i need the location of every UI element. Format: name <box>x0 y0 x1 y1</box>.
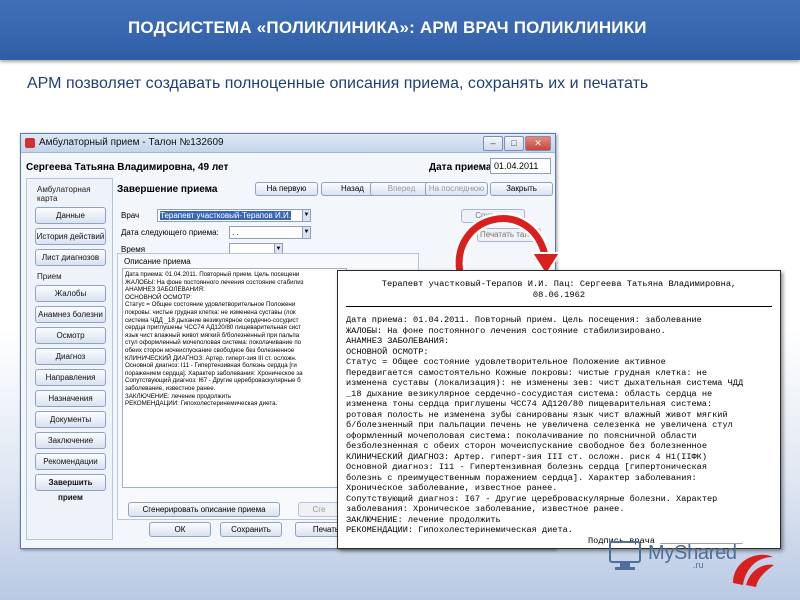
sidebar: Амбулаторная карта Данные История действ… <box>26 178 113 540</box>
desc-line: Статус = Общее состояние удовлетворитель… <box>125 301 296 309</box>
printout-line: АНАМНЕЗ ЗАБОЛЕВАНИЯ: <box>346 336 450 346</box>
printout-divider <box>346 306 772 307</box>
desc-line: КЛИНИЧЕСКИЙ ДИАГНОЗ: Артер. гиперт-зия I… <box>125 354 297 362</box>
printout-line: Сопутствующий диагноз: I67 - Другие цере… <box>346 493 718 504</box>
description-textarea[interactable]: Дата приема: 01.04.2011. Повторный прием… <box>122 268 347 488</box>
maximize-icon[interactable]: □ <box>504 136 524 151</box>
window-title: Амбулаторный прием - Талон №132609 <box>39 137 224 148</box>
printout-line: болезнь с преимущественным поражением се… <box>346 472 697 483</box>
curved-arrow-icon <box>453 212 562 279</box>
sidebar-item-diagnosis[interactable]: Диагноз <box>35 348 106 365</box>
sidebar-item-recommendations[interactable]: Рекомендации <box>35 453 106 470</box>
date-field[interactable]: 01.04.2011 <box>490 158 551 174</box>
next-date-value: . . <box>232 228 239 237</box>
printout-line: б/болезненный при пальпации печень не ув… <box>346 420 733 430</box>
sidebar-item-complaints[interactable]: Жалобы <box>35 285 106 302</box>
save-button[interactable]: Сохранить <box>220 522 282 537</box>
printout-line: Статус = Общее состояние удовлетворитель… <box>346 357 666 367</box>
window-titlebar[interactable]: Амбулаторный прием - Талон №132609 – □ ✕ <box>21 134 555 153</box>
printout-line: Хроническое заболевание, известное ранее… <box>346 483 558 493</box>
doctor-select[interactable]: Терапевт участковый-Терапов И.И. ▼ <box>157 209 311 222</box>
printout-line: ОСНОВНОЙ ОСМОТР: <box>346 346 429 357</box>
chevron-down-icon: ▼ <box>302 210 310 221</box>
printout-header-line1: Терапевт участковый-Терапов И.И. Пац: Се… <box>381 279 737 289</box>
app-icon <box>25 138 35 148</box>
sidebar-item-history[interactable]: История действий <box>35 228 106 245</box>
chevron-down-icon: ▼ <box>302 227 310 238</box>
generate-secondary-button[interactable]: Сге <box>298 502 340 517</box>
ok-button[interactable]: ОК <box>149 522 211 537</box>
sidebar-item-conclusion[interactable]: Заключение <box>35 432 106 449</box>
desc-line: ЗАКЛЮЧЕНИЕ: лечение продолжить <box>125 392 232 400</box>
printout-line: ЗАКЛЮЧЕНИЕ: лечение продолжить <box>346 514 501 525</box>
last-button[interactable]: На последнюю <box>425 182 488 196</box>
printout-line: изменена тоны сердца приглушены ЧСС74 АД… <box>346 399 713 409</box>
desc-line: обеих сторон мочеиспускание свободное бе… <box>125 346 295 354</box>
printout-line: КЛИНИЧЕСКИЙ ДИАГНОЗ: Артер. гиперт-зия I… <box>346 451 707 462</box>
desc-line: система ЧДД _18 дыхание везикулярное сер… <box>125 316 299 324</box>
close-icon[interactable]: ✕ <box>525 136 551 151</box>
printout-line: изменена суставы (локализация): не измен… <box>346 378 744 388</box>
next-date-field[interactable]: . . ▼ <box>229 226 311 239</box>
desc-line: РЕКОМЕНДАЦИИ: Гипохолестеринемическая ди… <box>125 400 278 408</box>
minimize-icon[interactable]: – <box>483 136 503 151</box>
printout-header-line2: 08.06.1962 <box>532 290 586 300</box>
sidebar-item-exam[interactable]: Осмотр <box>35 327 106 344</box>
printout-line: заболевания: Хроническое заболевание, из… <box>346 504 625 514</box>
sidebar-item-prescriptions[interactable]: Назначения <box>35 390 106 407</box>
desc-line: заболевание, известное ранее. <box>125 384 216 392</box>
desc-line: ОСНОВНОЙ ОСМОТР: <box>125 293 192 301</box>
printout-document: Терапевт участковый-Терапов И.И. Пац: Се… <box>337 270 781 549</box>
logo-icon <box>609 541 641 570</box>
generate-description-button[interactable]: Сгенерировать описание приема <box>128 502 280 517</box>
sidebar-item-anamnesis[interactable]: Анамнез болезни <box>35 306 106 323</box>
logo-suffix: .ru <box>693 560 704 570</box>
date-label: Дата приема <box>429 162 492 173</box>
printout-line: безболезненная с обеих сторон мочеиспуск… <box>346 441 707 451</box>
doctor-value: Терапевт участковый-Терапов И.И. <box>160 211 291 220</box>
desc-line: поражением сердца]. Характер заболевания… <box>125 369 303 377</box>
printout-line: ЖАЛОБЫ: На фоне постоянного лечения сост… <box>346 325 666 336</box>
printout-line: оформленный мочеполовая система: поколач… <box>346 430 697 441</box>
desc-line: Основной диагноз: I11 - Гипертензивная б… <box>125 362 297 370</box>
printout-line: ротовая полость не изменена зубы саниров… <box>346 409 728 420</box>
sidebar-item-diagnoses[interactable]: Лист диагнозов <box>35 249 106 266</box>
desc-line: АНАМНЕЗ ЗАБОЛЕВАНИЯ: <box>125 286 205 294</box>
sidebar-group-card: Амбулаторная карта <box>37 185 91 203</box>
sidebar-item-documents[interactable]: Документы <box>35 411 106 428</box>
section-title: Завершение приема <box>117 184 218 195</box>
sidebar-item-data[interactable]: Данные <box>35 207 106 224</box>
printout-body: Дата приема: 01.04.2011. Повторный прием… <box>338 315 780 536</box>
slide-header: ПОДСИСТЕМА «ПОЛИКЛИНИКА»: АРМ ВРАЧ ПОЛИК… <box>0 0 800 60</box>
patient-name: Сергеева Татьяна Владимировна, 49 лет <box>26 162 229 173</box>
desc-line: покровы: чистые грудная клетка: не измен… <box>125 308 296 316</box>
desc-line: ЖАЛОБЫ: На фоне постоянного лечения сост… <box>125 278 304 286</box>
close-button[interactable]: Закрыть <box>490 182 553 196</box>
desc-line: язык чист влажный живот мягкий б/болезне… <box>125 331 300 339</box>
corner-emblem <box>733 554 774 587</box>
printout-line: _18 дыхание везикулярное сердечно-сосуди… <box>346 388 713 399</box>
first-button[interactable]: На первую <box>255 182 318 196</box>
sidebar-item-referrals[interactable]: Направления <box>35 369 106 386</box>
desc-line: Сопутствующий диагноз: I67 - Другие цере… <box>125 377 301 385</box>
next-date-label: Дата следующего приема: <box>121 228 219 237</box>
printout-line: Основной диагноз: I11 - Гипертензивная б… <box>346 462 707 472</box>
description-label: Описание приема <box>124 257 191 266</box>
printout-line: Передвигается самостоятельно Кожные покр… <box>346 367 707 378</box>
desc-line: стул оформленный мочеполовая система: по… <box>125 339 302 347</box>
lead-text: АРМ позволяет создавать полноценные опис… <box>27 75 649 92</box>
printout-line: РЕКОМЕНДАЦИИ: Гипохолестеринемическая ди… <box>346 525 573 535</box>
doctor-label: Врач <box>121 211 140 220</box>
printout-line: Дата приема: 01.04.2011. Повторный прием… <box>346 315 702 325</box>
forward-button[interactable]: Вперед <box>370 182 433 196</box>
desc-line: сердца приглушены ЧСС74 АД120/80 пищевар… <box>125 324 302 332</box>
desc-line: Дата приема: 01.04.2011. Повторный прием… <box>125 271 300 278</box>
sidebar-group-visit: Прием <box>37 272 62 281</box>
finish-visit-button[interactable]: Завершить прием <box>35 474 106 502</box>
slide-title: ПОДСИСТЕМА «ПОЛИКЛИНИКА»: АРМ ВРАЧ ПОЛИК… <box>128 18 647 37</box>
